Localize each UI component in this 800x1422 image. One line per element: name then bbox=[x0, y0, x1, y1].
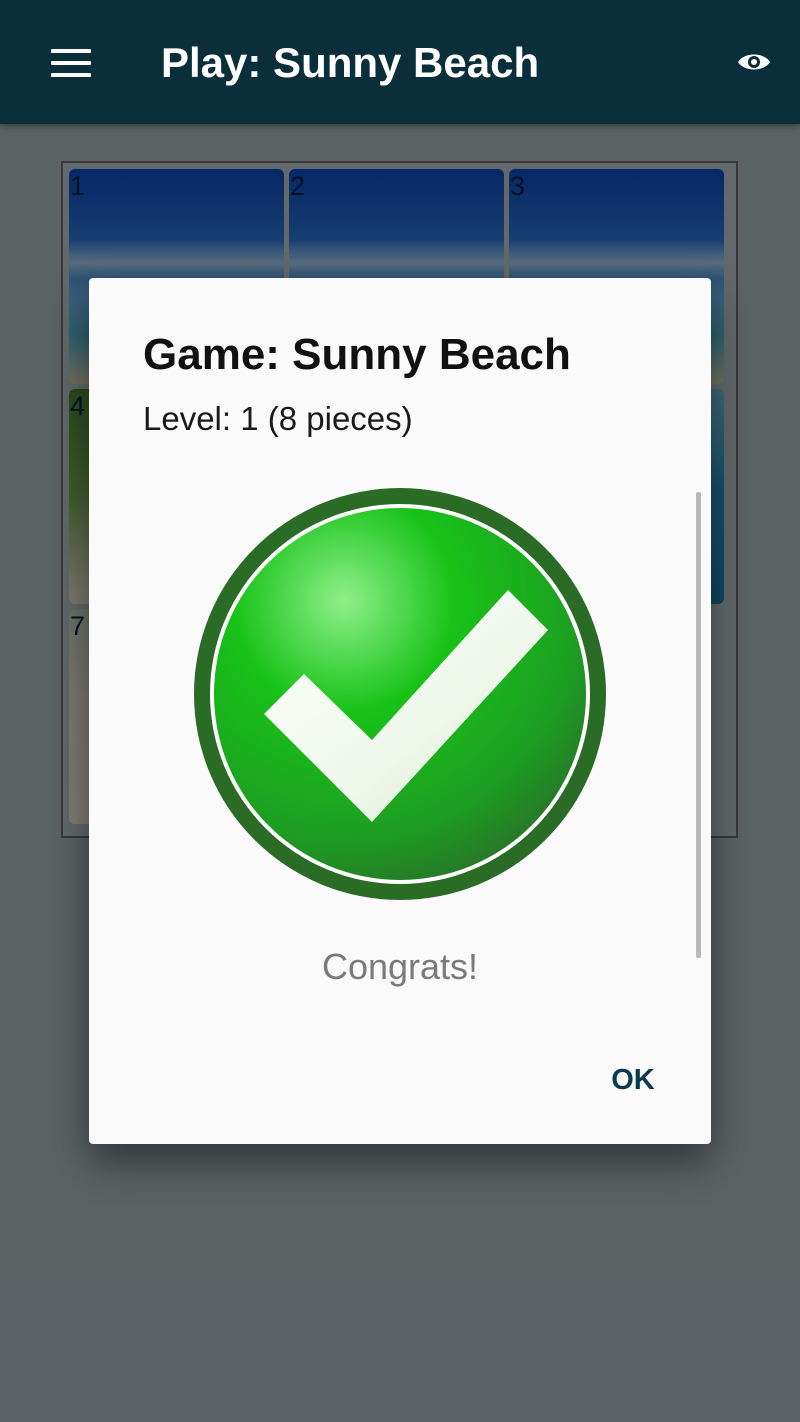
dialog-title: Game: Sunny Beach bbox=[143, 330, 571, 379]
level-info: Level: 1 (8 pieces) bbox=[143, 400, 413, 437]
app-bar: Play: Sunny Beach bbox=[0, 0, 800, 124]
dialog-scrollbar[interactable] bbox=[696, 492, 701, 958]
hamburger-menu-icon[interactable] bbox=[44, 38, 98, 88]
congrats-message: Congrats! bbox=[321, 946, 479, 987]
completion-dialog: Game: Sunny Beach Level: 1 (8 pieces) Co… bbox=[89, 278, 711, 1144]
checkmark-success-icon bbox=[192, 486, 608, 902]
eye-icon[interactable] bbox=[732, 42, 776, 82]
ok-button[interactable]: OK bbox=[597, 1052, 669, 1108]
app-title: Play: Sunny Beach bbox=[161, 39, 540, 86]
